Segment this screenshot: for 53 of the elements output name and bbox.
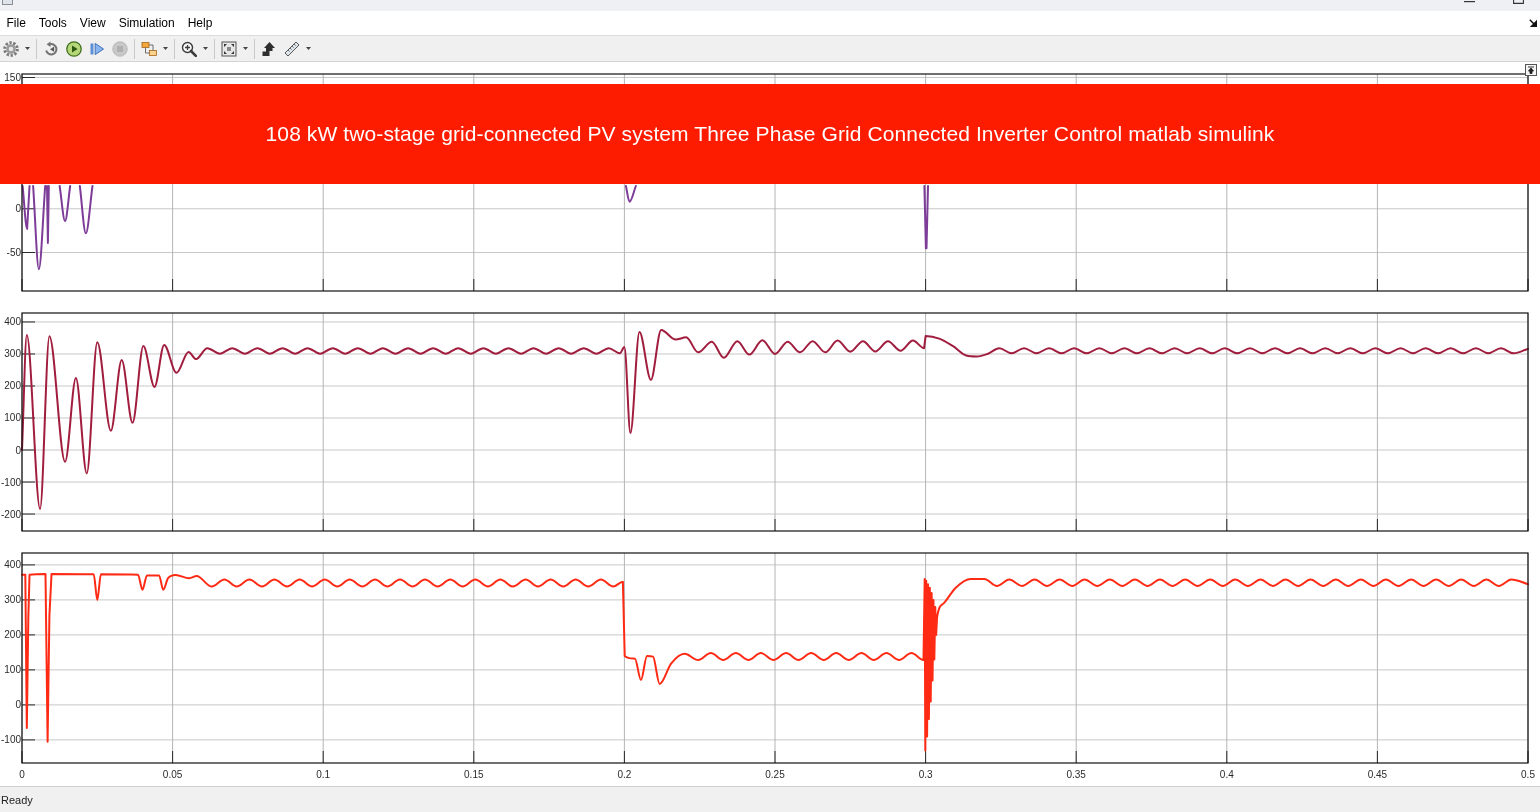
menu-item[interactable]: Help bbox=[181, 15, 219, 31]
y-tick-label: 0 bbox=[15, 699, 21, 711]
diagonal-arrow-icon[interactable] bbox=[1529, 19, 1537, 27]
x-tick-label: 0.3 bbox=[918, 769, 933, 780]
arrow-to-top-icon[interactable] bbox=[1525, 64, 1537, 76]
app-icon bbox=[2, 0, 13, 5]
banner-title: 108 kW two-stage grid-connected PV system Three Phase Grid Connected Inverter Control matlab simulink bbox=[265, 122, 1275, 146]
menu-item[interactable]: File bbox=[0, 15, 33, 31]
blocks-icon[interactable] bbox=[141, 40, 157, 57]
play-icon[interactable] bbox=[66, 40, 82, 57]
caret-icon[interactable] bbox=[306, 47, 311, 50]
x-tick-label: 0.45 bbox=[1367, 769, 1388, 780]
y-tick-label: 200 bbox=[4, 380, 21, 392]
caret-icon[interactable] bbox=[163, 47, 168, 50]
caret-icon[interactable] bbox=[203, 47, 208, 50]
y-tick-label: 400 bbox=[4, 559, 21, 571]
step-forward-icon[interactable] bbox=[89, 40, 105, 57]
caret-icon[interactable] bbox=[243, 47, 248, 50]
x-tick-label: 0.05 bbox=[162, 769, 183, 780]
caret-icon[interactable] bbox=[25, 47, 30, 50]
y-tick-label: 150 bbox=[4, 72, 21, 83]
menu-item[interactable]: Simulation bbox=[112, 15, 182, 31]
x-tick-label: 0 bbox=[19, 769, 25, 780]
menu-item[interactable]: View bbox=[73, 15, 113, 31]
fit-view-icon[interactable] bbox=[221, 40, 237, 57]
y-tick-label: -200 bbox=[1, 508, 21, 520]
gear-icon[interactable] bbox=[3, 40, 19, 57]
x-tick-label: 0.1 bbox=[316, 769, 331, 780]
y-tick-label: 300 bbox=[4, 594, 21, 606]
x-tick-label: 0.5 bbox=[1521, 769, 1535, 780]
status-text: Ready bbox=[1, 793, 33, 806]
x-tick-label: 0.4 bbox=[1219, 769, 1234, 780]
step-back-icon[interactable] bbox=[43, 40, 59, 57]
y-tick-label: -50 bbox=[6, 247, 21, 258]
y-tick-label: -100 bbox=[1, 476, 21, 488]
x-tick-label: 0.2 bbox=[617, 769, 632, 780]
zoom-in-icon[interactable] bbox=[181, 40, 197, 57]
x-tick-label: 0.25 bbox=[765, 769, 785, 780]
y-tick-label: 300 bbox=[4, 348, 21, 360]
y-tick-label: 400 bbox=[4, 316, 21, 328]
menu-item[interactable]: Tools bbox=[32, 15, 74, 31]
ruler-icon[interactable] bbox=[284, 40, 300, 57]
y-tick-label: 0 bbox=[15, 203, 21, 215]
y-tick-label: -100 bbox=[1, 734, 21, 746]
y-tick-label: 100 bbox=[4, 412, 21, 424]
y-tick-label: 100 bbox=[4, 664, 21, 676]
minimize-icon[interactable] bbox=[1464, 0, 1475, 4]
x-tick-label: 0.35 bbox=[1066, 769, 1086, 780]
stepped-arrow-icon[interactable] bbox=[261, 40, 277, 57]
maximize-icon[interactable] bbox=[1513, 0, 1524, 4]
x-tick-label: 0.15 bbox=[464, 769, 484, 780]
y-tick-label: 200 bbox=[4, 629, 21, 641]
y-tick-label: 0 bbox=[15, 444, 21, 456]
